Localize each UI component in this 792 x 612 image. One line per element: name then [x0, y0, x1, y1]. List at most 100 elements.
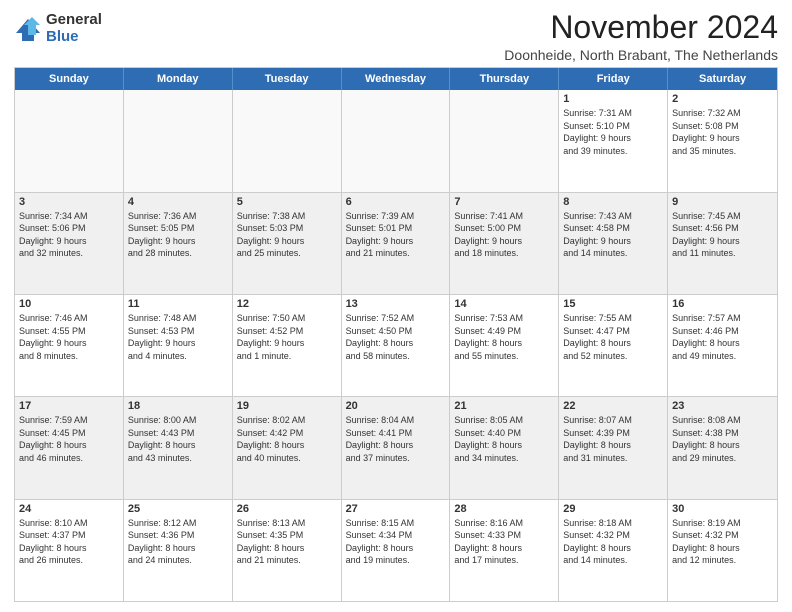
calendar-row-0: 1Sunrise: 7:31 AM Sunset: 5:10 PM Daylig… [15, 90, 777, 191]
day-info: Sunrise: 7:52 AM Sunset: 4:50 PM Dayligh… [346, 312, 446, 362]
day-number: 9 [672, 196, 773, 208]
day-info: Sunrise: 7:59 AM Sunset: 4:45 PM Dayligh… [19, 414, 119, 464]
day-number: 30 [672, 503, 773, 515]
calendar-header: SundayMondayTuesdayWednesdayThursdayFrid… [15, 68, 777, 90]
calendar-cell: 26Sunrise: 8:13 AM Sunset: 4:35 PM Dayli… [233, 500, 342, 601]
day-info: Sunrise: 8:02 AM Sunset: 4:42 PM Dayligh… [237, 414, 337, 464]
page: General Blue November 2024 Doonheide, No… [0, 0, 792, 612]
day-number: 23 [672, 400, 773, 412]
calendar-cell: 29Sunrise: 8:18 AM Sunset: 4:32 PM Dayli… [559, 500, 668, 601]
day-info: Sunrise: 8:08 AM Sunset: 4:38 PM Dayligh… [672, 414, 773, 464]
calendar: SundayMondayTuesdayWednesdayThursdayFrid… [14, 67, 778, 602]
logo-text: General Blue [46, 12, 102, 45]
day-number: 22 [563, 400, 663, 412]
logo-general: General [46, 12, 102, 29]
day-info: Sunrise: 8:13 AM Sunset: 4:35 PM Dayligh… [237, 517, 337, 567]
header-day-sunday: Sunday [15, 68, 124, 90]
day-number: 13 [346, 298, 446, 310]
day-number: 7 [454, 196, 554, 208]
calendar-cell: 24 Sunrise: 8:10 AM Sunset: 4:37 PM Dayli… [15, 500, 124, 601]
calendar-cell [124, 90, 233, 191]
calendar-cell: 22 Sunrise: 8:07 AM Sunset: 4:39 PM Dayli… [559, 397, 668, 498]
day-number: 10 [19, 298, 119, 310]
header-day-saturday: Saturday [668, 68, 777, 90]
day-number: 8 [563, 196, 663, 208]
day-number: 18 [128, 400, 228, 412]
day-number: 14 [454, 298, 554, 310]
header-day-friday: Friday [559, 68, 668, 90]
day-number: 24 [19, 503, 119, 515]
calendar-cell: 23 Sunrise: 8:08 AM Sunset: 4:38 PM Dayli… [668, 397, 777, 498]
calendar-cell: 15 Sunrise: 7:55 AM Sunset: 4:47 PM Dayli… [559, 295, 668, 396]
calendar-row-3: 17 Sunrise: 7:59 AM Sunset: 4:45 PM Dayli… [15, 396, 777, 498]
title-block: November 2024 Doonheide, North Brabant, … [504, 10, 778, 63]
header-day-thursday: Thursday [450, 68, 559, 90]
day-number: 17 [19, 400, 119, 412]
calendar-row-2: 10 Sunrise: 7:46 AM Sunset: 4:55 PM Dayli… [15, 294, 777, 396]
calendar-cell [450, 90, 559, 191]
calendar-cell: 7 Sunrise: 7:41 AM Sunset: 5:00 PM Daylig… [450, 193, 559, 294]
day-number: 16 [672, 298, 773, 310]
day-number: 6 [346, 196, 446, 208]
logo: General Blue [14, 12, 102, 45]
calendar-cell: 19Sunrise: 8:02 AM Sunset: 4:42 PM Dayli… [233, 397, 342, 498]
day-number: 11 [128, 298, 228, 310]
day-info: Sunrise: 8:00 AM Sunset: 4:43 PM Dayligh… [128, 414, 228, 464]
day-number: 5 [237, 196, 337, 208]
header: General Blue November 2024 Doonheide, No… [14, 10, 778, 63]
calendar-cell [233, 90, 342, 191]
calendar-cell: 20 Sunrise: 8:04 AM Sunset: 4:41 PM Dayli… [342, 397, 451, 498]
day-info: Sunrise: 7:46 AM Sunset: 4:55 PM Dayligh… [19, 312, 119, 362]
day-number: 4 [128, 196, 228, 208]
day-info: Sunrise: 8:12 AM Sunset: 4:36 PM Dayligh… [128, 517, 228, 567]
day-info: Sunrise: 8:04 AM Sunset: 4:41 PM Dayligh… [346, 414, 446, 464]
day-info: Sunrise: 7:53 AM Sunset: 4:49 PM Dayligh… [454, 312, 554, 362]
calendar-cell: 9Sunrise: 7:45 AM Sunset: 4:56 PM Daylig… [668, 193, 777, 294]
day-info: Sunrise: 7:41 AM Sunset: 5:00 PM Dayligh… [454, 210, 554, 260]
day-info: Sunrise: 7:34 AM Sunset: 5:06 PM Dayligh… [19, 210, 119, 260]
day-info: Sunrise: 7:48 AM Sunset: 4:53 PM Dayligh… [128, 312, 228, 362]
day-info: Sunrise: 7:39 AM Sunset: 5:01 PM Dayligh… [346, 210, 446, 260]
calendar-row-1: 3Sunrise: 7:34 AM Sunset: 5:06 PM Daylig… [15, 192, 777, 294]
calendar-cell: 21 Sunrise: 8:05 AM Sunset: 4:40 PM Dayli… [450, 397, 559, 498]
subtitle: Doonheide, North Brabant, The Netherland… [504, 47, 778, 63]
calendar-cell: 28Sunrise: 8:16 AM Sunset: 4:33 PM Dayli… [450, 500, 559, 601]
calendar-cell: 8Sunrise: 7:43 AM Sunset: 4:58 PM Daylig… [559, 193, 668, 294]
day-info: Sunrise: 8:07 AM Sunset: 4:39 PM Dayligh… [563, 414, 663, 464]
calendar-cell [15, 90, 124, 191]
day-info: Sunrise: 8:10 AM Sunset: 4:37 PM Dayligh… [19, 517, 119, 567]
day-info: Sunrise: 8:15 AM Sunset: 4:34 PM Dayligh… [346, 517, 446, 567]
calendar-cell: 5 Sunrise: 7:38 AM Sunset: 5:03 PM Daylig… [233, 193, 342, 294]
day-number: 21 [454, 400, 554, 412]
calendar-cell: 14 Sunrise: 7:53 AM Sunset: 4:49 PM Dayli… [450, 295, 559, 396]
day-info: Sunrise: 7:38 AM Sunset: 5:03 PM Dayligh… [237, 210, 337, 260]
calendar-cell: 18 Sunrise: 8:00 AM Sunset: 4:43 PM Dayli… [124, 397, 233, 498]
day-number: 15 [563, 298, 663, 310]
calendar-cell: 2Sunrise: 7:32 AM Sunset: 5:08 PM Daylig… [668, 90, 777, 191]
day-number: 12 [237, 298, 337, 310]
calendar-cell: 30Sunrise: 8:19 AM Sunset: 4:32 PM Dayli… [668, 500, 777, 601]
month-title: November 2024 [504, 10, 778, 45]
calendar-cell: 27Sunrise: 8:15 AM Sunset: 4:34 PM Dayli… [342, 500, 451, 601]
day-info: Sunrise: 7:32 AM Sunset: 5:08 PM Dayligh… [672, 107, 773, 157]
header-day-wednesday: Wednesday [342, 68, 451, 90]
day-number: 29 [563, 503, 663, 515]
day-number: 28 [454, 503, 554, 515]
header-day-monday: Monday [124, 68, 233, 90]
calendar-cell: 1Sunrise: 7:31 AM Sunset: 5:10 PM Daylig… [559, 90, 668, 191]
day-info: Sunrise: 7:50 AM Sunset: 4:52 PM Dayligh… [237, 312, 337, 362]
calendar-cell: 4Sunrise: 7:36 AM Sunset: 5:05 PM Daylig… [124, 193, 233, 294]
calendar-cell: 6 Sunrise: 7:39 AM Sunset: 5:01 PM Daylig… [342, 193, 451, 294]
header-day-tuesday: Tuesday [233, 68, 342, 90]
logo-icon [14, 15, 42, 43]
day-number: 20 [346, 400, 446, 412]
day-info: Sunrise: 8:05 AM Sunset: 4:40 PM Dayligh… [454, 414, 554, 464]
calendar-cell [342, 90, 451, 191]
calendar-cell: 10 Sunrise: 7:46 AM Sunset: 4:55 PM Dayli… [15, 295, 124, 396]
calendar-cell: 12 Sunrise: 7:50 AM Sunset: 4:52 PM Dayli… [233, 295, 342, 396]
day-number: 25 [128, 503, 228, 515]
day-info: Sunrise: 7:55 AM Sunset: 4:47 PM Dayligh… [563, 312, 663, 362]
calendar-cell: 17 Sunrise: 7:59 AM Sunset: 4:45 PM Dayli… [15, 397, 124, 498]
calendar-body: 1Sunrise: 7:31 AM Sunset: 5:10 PM Daylig… [15, 90, 777, 601]
calendar-cell: 13 Sunrise: 7:52 AM Sunset: 4:50 PM Dayli… [342, 295, 451, 396]
